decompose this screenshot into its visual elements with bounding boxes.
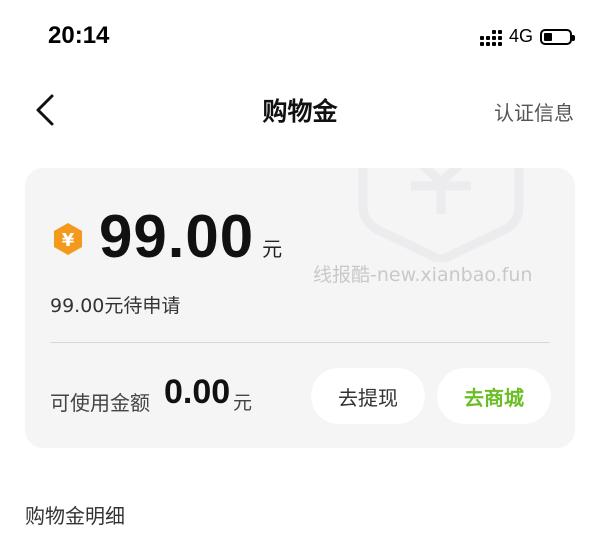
balance-amount: 99.00 — [99, 203, 255, 270]
shopping-gold-page: 20:14 4G 购物金 认证信息 ¥ 99.00 元 线报酷-new.xian… — [0, 0, 600, 542]
status-time: 20:14 — [48, 22, 110, 49]
available-amount-unit: 元 — [233, 392, 253, 414]
available-amount-label: 可使用金额 — [50, 391, 150, 415]
balance-amount-row: ¥ 99.00 元 — [51, 206, 282, 268]
battery-icon — [540, 28, 575, 45]
balance-unit: 元 — [262, 237, 283, 261]
yuan-coin-icon: ¥ — [54, 223, 82, 255]
verification-info-link[interactable]: 认证信息 — [494, 97, 574, 126]
withdraw-button[interactable]: 去提现 — [311, 368, 425, 424]
details-section-title: 购物金明细 — [25, 504, 125, 528]
go-to-mall-button[interactable]: 去商城 — [437, 368, 551, 424]
svg-text:¥: ¥ — [62, 230, 75, 251]
yuan-shield-watermark-icon — [358, 168, 524, 262]
status-icons: 4G — [479, 26, 575, 47]
signal-icon — [479, 28, 502, 46]
balance-card: ¥ 99.00 元 线报酷-new.xianbao.fun 99.00元待申请 … — [25, 168, 575, 448]
card-divider — [50, 342, 550, 343]
watermark-text: 线报酷-new.xianbao.fun — [313, 264, 533, 286]
network-type: 4G — [508, 26, 533, 46]
available-amount-value: 0.00 — [164, 373, 231, 411]
pending-amount-text: 99.00元待申请 — [50, 295, 181, 317]
